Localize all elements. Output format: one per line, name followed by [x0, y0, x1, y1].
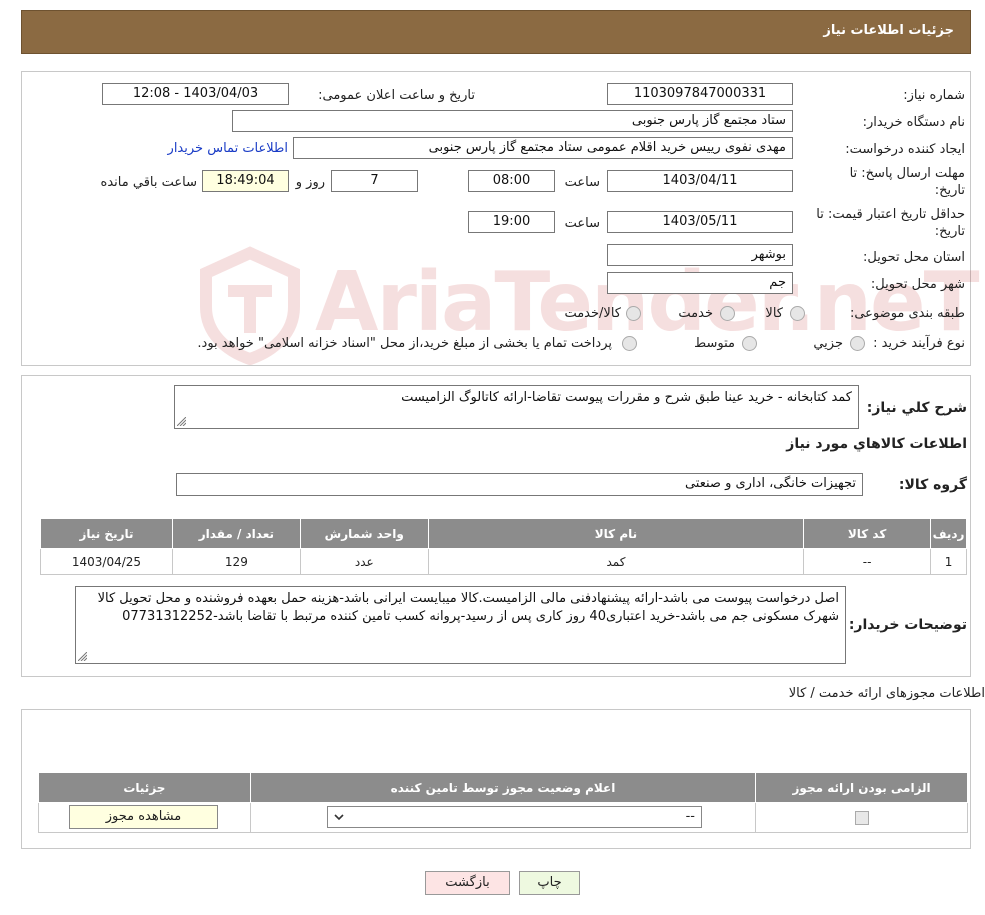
license-required-checkbox[interactable] [854, 810, 869, 825]
col-license-status: اعلام وضعیت مجوز توسط تامین کننده [249, 772, 757, 803]
city-label: شهر محل تحویل: [870, 277, 965, 292]
col-code: کد کالا [803, 518, 932, 549]
category-radio-goods-service[interactable] [626, 306, 641, 321]
deadline-label-date: تاریخ: [934, 183, 965, 198]
summary-text-value: کمد کتابخانه - خرید عینا طبق شرح و مقررا… [401, 390, 852, 405]
deadline-date-field: 1403/04/11 [607, 170, 793, 192]
license-status-select[interactable]: -- [327, 806, 702, 828]
cell-license-required [755, 802, 968, 833]
resize-handle-icon[interactable] [78, 652, 87, 661]
goods-info-title: اطلاعات کالاهاي مورد نیاز [786, 436, 967, 452]
table-row: 1 -- کمد عدد 129 1403/04/25 [40, 548, 967, 575]
province-field: بوشهر [607, 244, 793, 266]
validity-label: حداقل تاریخ اعتبار قیمت: تا [816, 207, 965, 222]
creator-field: مهدی نفوی رییس خرید اقلام عمومی ستاد مجت… [293, 137, 793, 159]
goods-table: ردیف کد کالا نام کالا واحد شمارش تعداد /… [40, 518, 967, 575]
col-quantity: تعداد / مقدار [171, 518, 301, 549]
process-option-medium: متوسط [694, 336, 735, 351]
remaining-time-field: 18:49:04 [202, 170, 289, 192]
province-label: استان محل تحویل: [863, 250, 965, 265]
col-name: نام کالا [427, 518, 805, 549]
validity-label-date: تاریخ: [934, 224, 965, 239]
deadline-label: مهلت ارسال پاسخ: تا [849, 166, 965, 181]
cell-date: 1403/04/25 [40, 548, 173, 575]
summary-text: کمد کتابخانه - خرید عینا طبق شرح و مقررا… [174, 385, 859, 429]
back-button[interactable]: بازگشت [425, 871, 510, 895]
chevron-down-icon [334, 814, 344, 821]
category-radio-goods[interactable] [790, 306, 805, 321]
validity-date-field: 1403/05/11 [607, 211, 793, 233]
col-license-required: الزامی بودن ارائه مجوز [755, 772, 968, 803]
need-number-label: شماره نیاز: [903, 88, 965, 103]
buyer-notes-text: اصل درخواست پیوست می باشد-ارائه پیشنهادف… [75, 586, 846, 664]
category-radio-service[interactable] [720, 306, 735, 321]
resize-handle-icon[interactable] [177, 417, 186, 426]
creator-label: ایجاد کننده درخواست: [845, 142, 965, 157]
col-unit: واحد شمارش [299, 518, 429, 549]
cell-name: کمد [427, 548, 805, 575]
goods-group-label: گروه کالا: [898, 477, 967, 493]
contact-info-link[interactable]: اطلاعات تماس خریدار [168, 141, 288, 156]
process-radio-medium[interactable] [742, 336, 757, 351]
deadline-time-field: 08:00 [468, 170, 555, 192]
col-date: تاریخ نیاز [40, 518, 173, 549]
goods-table-header: ردیف کد کالا نام کالا واحد شمارش تعداد /… [40, 518, 967, 549]
process-radio-minor[interactable] [850, 336, 865, 351]
announce-label: تاریخ و ساعت اعلان عمومی: [318, 88, 475, 103]
category-option-service: خدمت [678, 306, 713, 321]
cell-unit: عدد [299, 548, 429, 575]
page-title: جزئیات اطلاعات نیاز [823, 23, 954, 38]
buyer-notes-label: توضیحات خریدار: [848, 617, 967, 633]
validity-time-field: 19:00 [468, 211, 555, 233]
col-license-details: جزئیات [38, 772, 251, 803]
print-button[interactable]: چاپ [519, 871, 580, 895]
license-status-value: -- [685, 809, 695, 824]
buyer-notes-value: اصل درخواست پیوست می باشد-ارائه پیشنهادف… [97, 591, 839, 624]
licenses-title: اطلاعات مجوزهای ارائه خدمت / کالا [788, 686, 985, 701]
cell-row: 1 [930, 548, 967, 575]
buyer-org-label: نام دستگاه خریدار: [862, 115, 965, 130]
city-field: جم [607, 272, 793, 294]
view-license-button[interactable]: مشاهده مجوز [69, 805, 218, 829]
cell-code: -- [803, 548, 932, 575]
days-field: 7 [331, 170, 418, 192]
days-label: روز و [295, 175, 325, 190]
remaining-label: ساعت باقي مانده [100, 175, 197, 190]
process-option-minor: جزیي [813, 336, 843, 351]
deadline-time-label: ساعت [564, 175, 600, 190]
goods-group-field: تجهیزات خانگی، اداری و صنعتی [176, 473, 863, 496]
col-row: ردیف [930, 518, 967, 549]
process-label: نوع فرآیند خرید : [873, 336, 965, 351]
category-option-goods-service: کالا/خدمت [564, 306, 621, 321]
process-note: پرداخت تمام یا بخشی از مبلغ خرید،از محل … [197, 336, 612, 351]
buyer-org-field: ستاد مجتمع گاز پارس جنوبی [232, 110, 793, 132]
announce-field: 1403/04/03 - 12:08 [102, 83, 289, 105]
category-option-goods: کالا [765, 306, 783, 321]
licenses-table-header: الزامی بودن ارائه مجوز اعلام وضعیت مجوز … [38, 772, 968, 803]
summary-label: شرح کلي نیاز: [866, 400, 967, 416]
page-header: جزئیات اطلاعات نیاز [21, 10, 971, 54]
category-label: طبقه بندی موضوعی: [849, 306, 965, 321]
process-radio-treasury[interactable] [622, 336, 637, 351]
need-number-field: 1103097847000331 [607, 83, 793, 105]
cell-quantity: 129 [171, 548, 301, 575]
validity-time-label: ساعت [564, 216, 600, 231]
